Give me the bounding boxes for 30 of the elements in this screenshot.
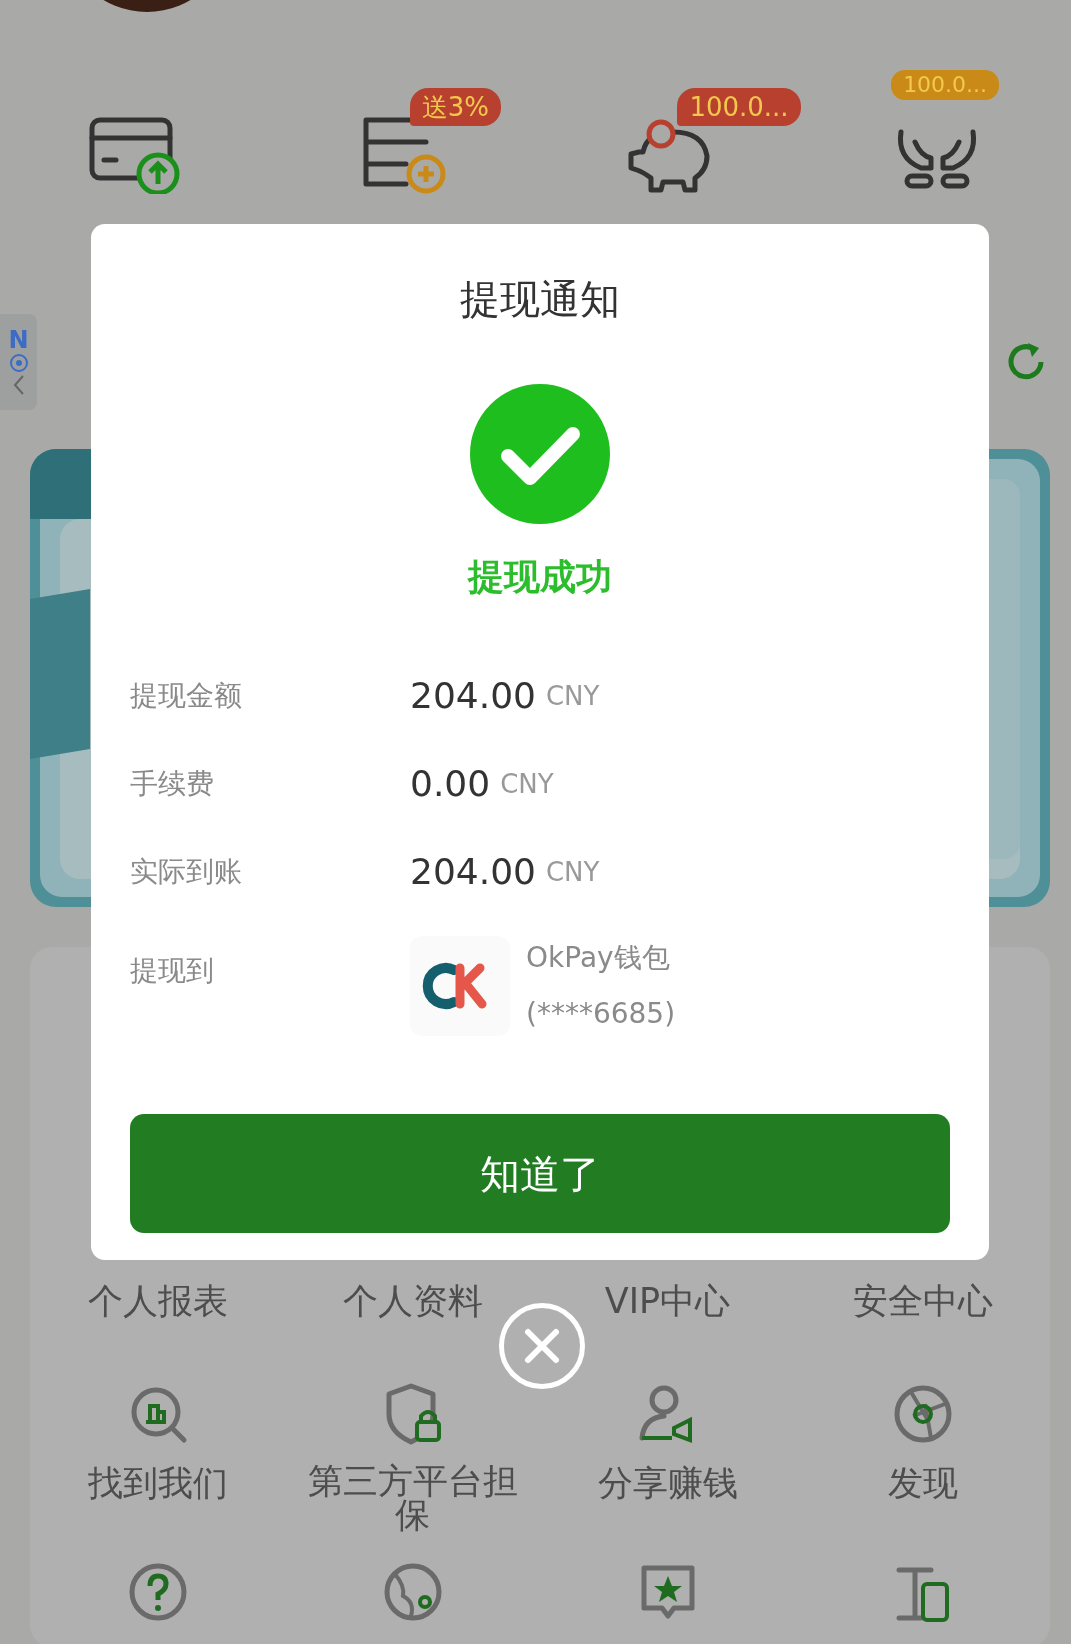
menu-item-label[interactable]: 安全中心 <box>852 1282 993 1320</box>
row-label: 提现到 <box>130 954 214 987</box>
menu-item-label[interactable]: 个人资料 <box>342 1282 483 1320</box>
wallet-name: OkPay钱包 <box>526 940 671 976</box>
menu-item-label[interactable]: 发现 <box>887 1464 958 1502</box>
row-label: 提现金额 <box>130 679 242 712</box>
status-text: 提现成功 <box>468 555 612 599</box>
dialog-title: 提现通知 <box>460 275 620 324</box>
amount-value: 204.00 <box>410 850 536 894</box>
menu-item-label[interactable]: VIP中心 <box>604 1282 731 1320</box>
side-tab-letter: N <box>8 327 29 353</box>
promo-badge: 送3% <box>409 88 501 126</box>
currency-unit: CNY <box>545 855 600 889</box>
row-label: 手续费 <box>130 767 214 800</box>
menu-item-label[interactable]: 个人报表 <box>87 1282 228 1320</box>
success-check-icon <box>470 384 610 524</box>
menu-item-label[interactable]: 找到我们 <box>87 1464 228 1502</box>
coin-icon <box>8 353 29 373</box>
promo-badge: 100.0... <box>891 70 1000 100</box>
currency-unit: CNY <box>545 679 600 713</box>
menu-item-label[interactable]: 分享赚钱 <box>597 1464 738 1502</box>
amount-value: 0.00 <box>410 762 491 806</box>
wallet-account: (****6685) <box>526 996 676 1032</box>
currency-unit: CNY <box>500 767 554 801</box>
menu-item-label[interactable]: 第三方平台担保 <box>305 1464 520 1532</box>
confirm-button[interactable]: 知道了 <box>130 1114 950 1233</box>
close-button[interactable] <box>499 1303 585 1389</box>
amount-value: 204.00 <box>410 674 536 718</box>
promo-badge: 100.0... <box>677 88 801 126</box>
row-label: 实际到账 <box>130 855 242 888</box>
